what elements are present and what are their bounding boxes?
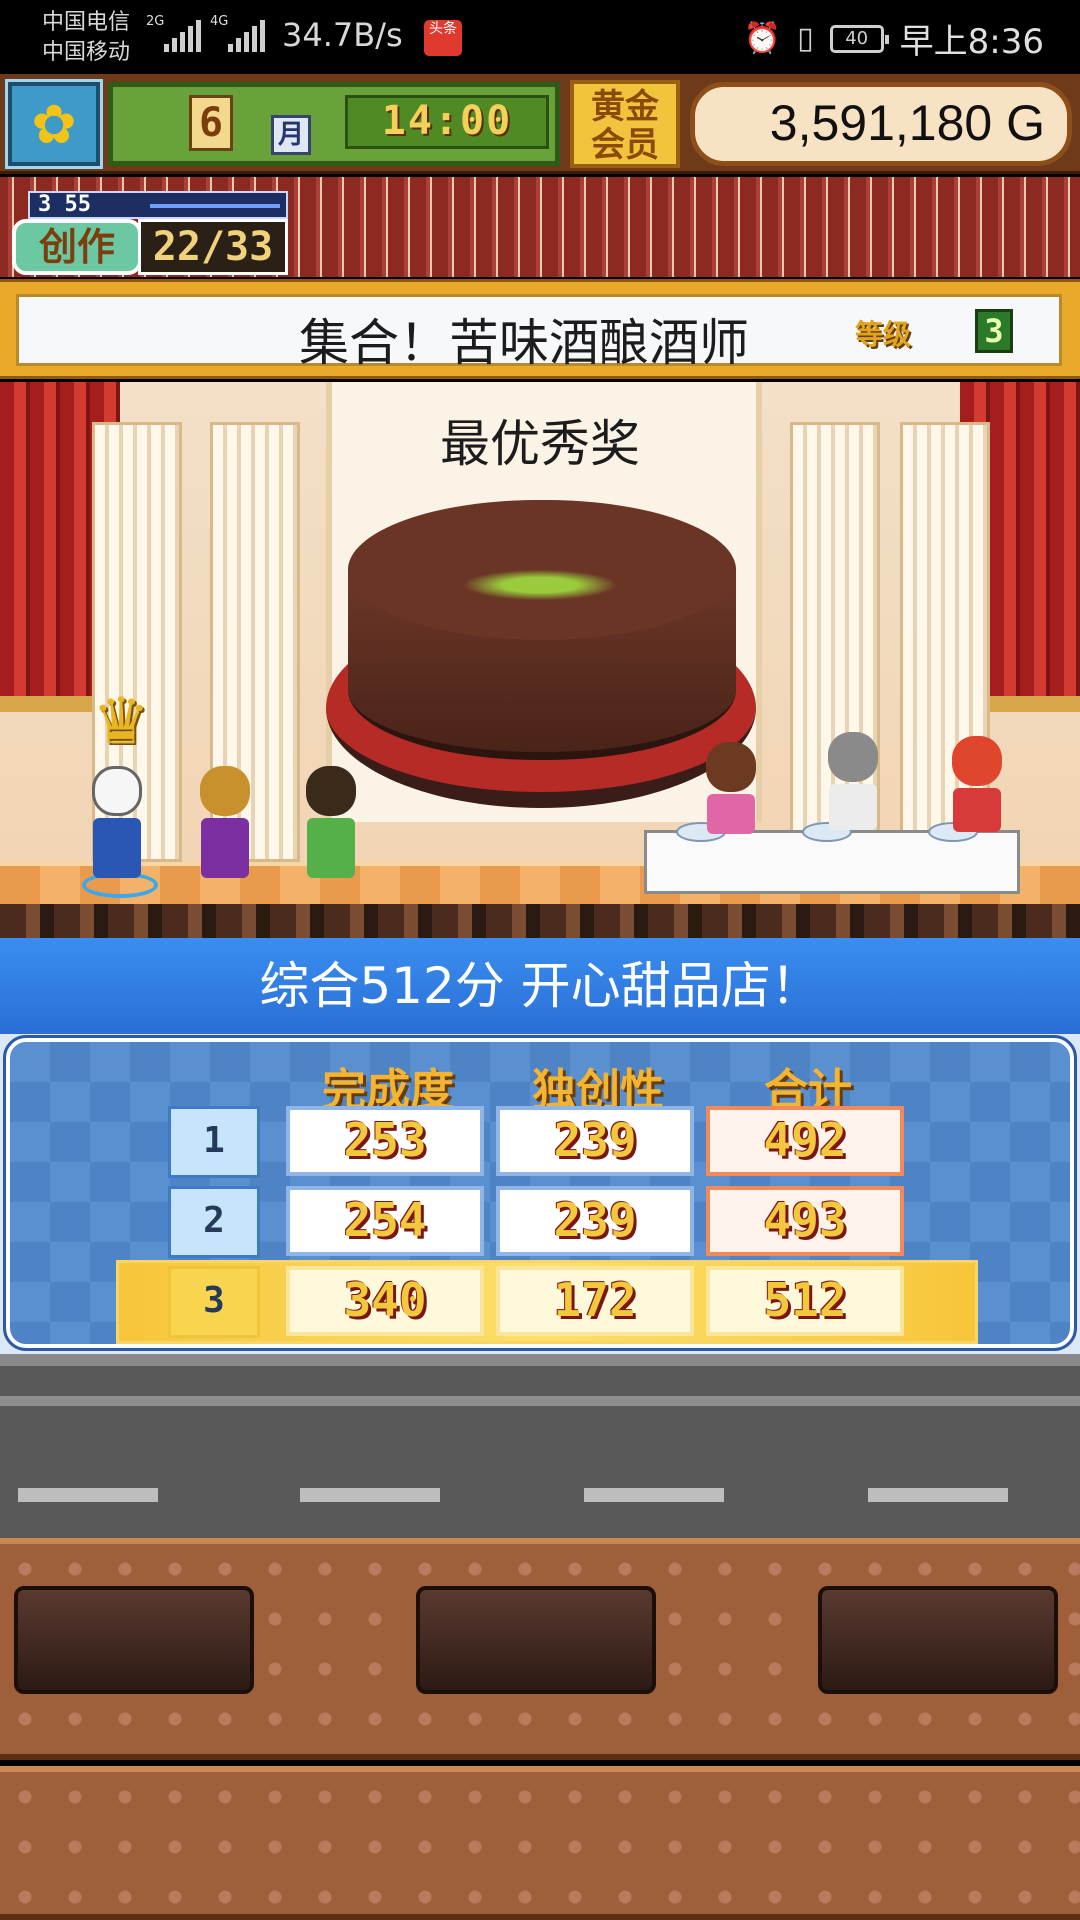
gold-member-badge[interactable]: 黄金 会员 — [570, 80, 680, 168]
road-dash — [300, 1488, 440, 1502]
network-speed: 34.7B/s — [282, 16, 403, 54]
audience-heads — [0, 904, 1080, 938]
sunflower-icon[interactable]: ✿ — [5, 79, 103, 169]
create-level: 3 55 — [28, 191, 288, 219]
rank-1: 1 — [168, 1106, 260, 1178]
signal-icon: 2G — [146, 14, 201, 52]
score-cell: 340 — [286, 1266, 484, 1336]
create-level-text: 3 55 — [38, 192, 91, 217]
date-time-panel: 6 月 14:00 — [108, 82, 560, 166]
carrier-names: 中国电信 中国移动 — [42, 8, 130, 68]
contest-title: 集合！苦味酒酿酒师 — [299, 314, 749, 372]
alarm-icon: ⏰ — [743, 21, 782, 56]
status-bar: 中国电信 中国移动 2G 4G 34.7B/s 头条 ⏰ ▯ 40 早上8:36 — [0, 0, 1080, 74]
carrier-2: 中国移动 — [42, 40, 131, 65]
matcha-topping — [450, 567, 630, 603]
trophy-icon: ♛ — [92, 685, 150, 759]
month-label: 月 — [271, 115, 311, 155]
grade-label: 等级 — [855, 318, 912, 351]
road — [0, 1354, 1080, 1538]
award-title: 最优秀奖 — [440, 415, 640, 473]
staff-character — [306, 766, 360, 878]
score-cell-total: 512 — [706, 1266, 904, 1336]
status-clock: 早上8:36 — [899, 22, 1044, 62]
network-type-2: 4G — [210, 14, 229, 29]
score-table-area: 完成度 独创性 合计 1 253 239 492 2 254 239 493 3… — [0, 1034, 1080, 1354]
month-number: 6 — [189, 95, 233, 151]
display-slot[interactable] — [416, 1586, 656, 1694]
create-count: 22/33 — [138, 219, 288, 275]
member-line-2: 会员 — [591, 125, 659, 165]
money-display: 3,591,180 G — [690, 82, 1072, 166]
judge-character — [952, 736, 1006, 832]
score-cell-total: 493 — [706, 1186, 904, 1256]
display-slot[interactable] — [818, 1586, 1058, 1694]
signal-icon: 4G — [210, 14, 265, 52]
toutiao-app-icon: 头条 — [424, 20, 462, 56]
display-slot[interactable] — [14, 1586, 254, 1694]
chef-character — [92, 766, 146, 878]
judge-character — [706, 742, 760, 834]
contest-title-bar: 集合！苦味酒酿酒师 等级 3 — [0, 279, 1080, 379]
grade-number: 3 — [975, 309, 1013, 353]
score-cell: 239 — [496, 1106, 694, 1176]
score-cell: 239 — [496, 1186, 694, 1256]
battery-level: 40 — [845, 27, 869, 49]
counter-shelf-2 — [0, 1766, 1080, 1920]
rank-2: 2 — [168, 1186, 260, 1258]
judge-character — [828, 732, 882, 830]
road-dash — [18, 1488, 158, 1502]
staff-character — [200, 766, 254, 878]
score-cell: 254 — [286, 1186, 484, 1256]
vibrate-icon: ▯ — [797, 21, 814, 56]
create-label: 创作 — [12, 219, 142, 275]
result-banner: 综合512分 开心甜品店！ — [0, 938, 1080, 1034]
counter-shelf-1 — [0, 1538, 1080, 1760]
score-cell: 172 — [496, 1266, 694, 1336]
road-dash — [868, 1488, 1008, 1502]
score-table: 完成度 独创性 合计 1 253 239 492 2 254 239 493 3… — [3, 1035, 1077, 1351]
award-scene: 最优秀奖 ♛ — [0, 382, 1080, 938]
rank-3: 3 — [168, 1266, 260, 1338]
battery-icon: 40 — [829, 24, 889, 53]
score-cell: 253 — [286, 1106, 484, 1176]
carrier-1: 中国电信 — [42, 10, 131, 35]
sub-bar: 3 55 创作 22/33 — [0, 177, 1080, 277]
game-hud: ✿ 6 月 14:00 黄金 会员 3,591,180 G — [0, 74, 1080, 174]
network-type-1: 2G — [146, 14, 165, 29]
road-dash — [584, 1488, 724, 1502]
create-panel[interactable]: 3 55 创作 22/33 — [8, 185, 290, 277]
member-line-1: 黄金 — [591, 87, 659, 127]
game-time: 14:00 — [345, 95, 549, 149]
score-cell-total: 492 — [706, 1106, 904, 1176]
